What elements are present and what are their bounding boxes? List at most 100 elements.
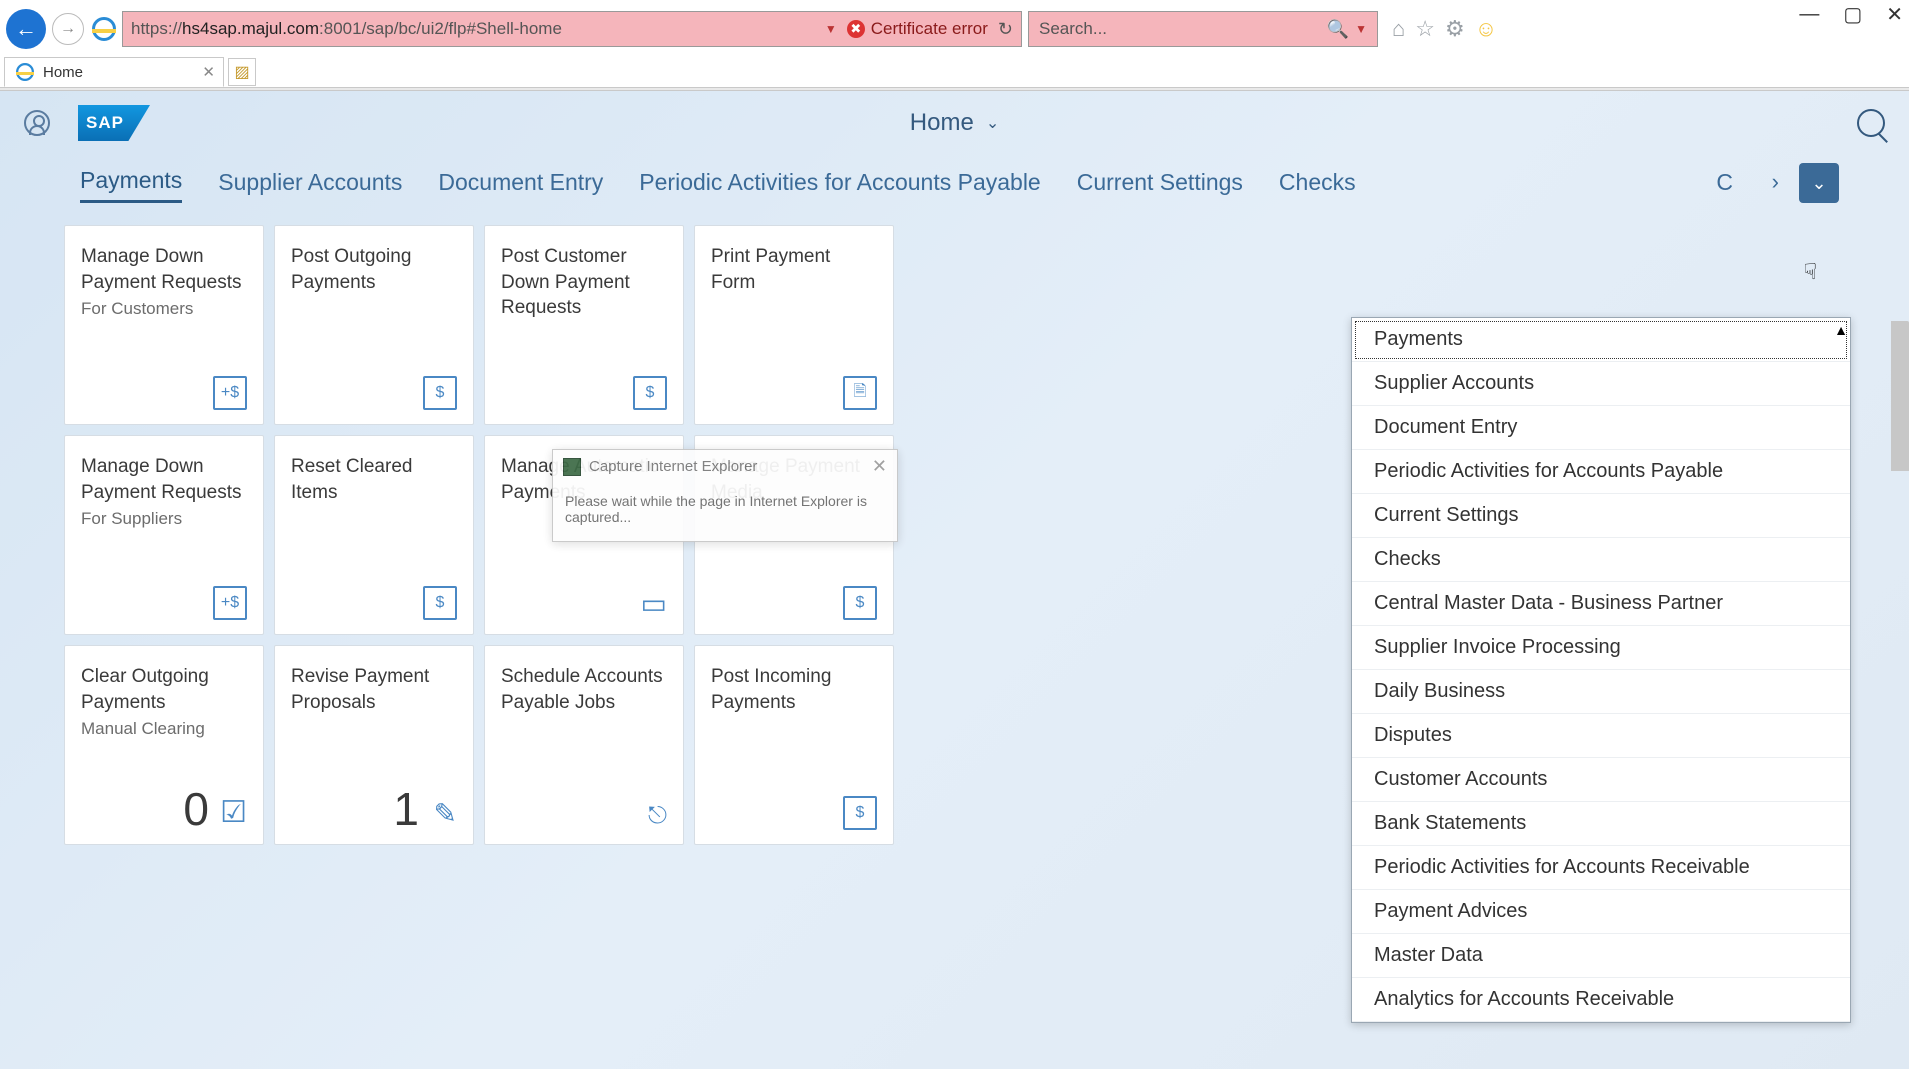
tile-title: Print Payment Form [711,244,877,295]
address-row: ← → https:// hs4sap.majul.com :8001/sap/… [0,0,1909,54]
new-tab-button[interactable]: ▨ [228,58,256,86]
tile-clear-outgoing-payments[interactable]: Clear Outgoing Payments Manual Clearing … [64,645,264,845]
cert-error-label: Certificate error [871,19,988,39]
menu-item-master-data[interactable]: Master Data [1352,934,1850,978]
menu-item-supplier-invoice[interactable]: Supplier Invoice Processing [1352,626,1850,670]
fiori-launchpad: SAP Home ⌄ Payments Supplier Accounts Do… [0,91,1909,1069]
tile-title: Revise Payment Proposals [291,664,457,715]
menu-item-payment-advices[interactable]: Payment Advices [1352,890,1850,934]
money-add-icon: +$ [213,376,247,410]
browser-chrome: — ▢ ✕ ← → https:// hs4sap.majul.com :800… [0,0,1909,91]
tile-schedule-ap-jobs[interactable]: Schedule Accounts Payable Jobs ⎋ [484,645,684,845]
tab-close-icon[interactable]: ✕ [202,63,215,81]
sap-logo[interactable]: SAP [78,105,150,141]
address-bar[interactable]: https:// hs4sap.majul.com :8001/sap/bc/u… [122,11,1022,47]
anchor-overflow-menu[interactable]: ▲ Payments Supplier Accounts Document En… [1351,317,1851,1023]
tile-title: Manage Down Payment Requests [81,454,247,505]
money-icon: $ [843,586,877,620]
chevron-down-icon: ⌄ [986,113,999,133]
anchor-supplier-accounts[interactable]: Supplier Accounts [218,169,402,202]
menu-item-central-master-data[interactable]: Central Master Data - Business Partner [1352,582,1850,626]
page-scrollbar-thumb[interactable] [1891,321,1909,471]
anchor-navigation: Payments Supplier Accounts Document Entr… [0,155,1909,215]
menu-item-periodic-ap[interactable]: Periodic Activities for Accounts Payable [1352,450,1850,494]
menu-item-bank-statements[interactable]: Bank Statements [1352,802,1850,846]
search-engine-dropdown-icon[interactable]: ▼ [1355,22,1367,36]
url-host: hs4sap.majul.com [182,19,319,39]
tile-print-payment-form[interactable]: Print Payment Form 🗎 [694,225,894,425]
menu-item-payments[interactable]: Payments [1352,318,1850,362]
tile-subtitle: Manual Clearing [81,719,247,739]
user-icon[interactable] [24,110,50,136]
capture-app-icon [563,458,581,476]
tab-strip: Home ✕ ▨ [0,54,1909,88]
menu-item-document-entry[interactable]: Document Entry [1352,406,1850,450]
search-icon[interactable]: 🔍 [1327,19,1349,40]
home-icon[interactable]: ⌂ [1392,16,1405,42]
document-money-icon: $ [633,376,667,410]
menu-item-periodic-ar[interactable]: Periodic Activities for Accounts Receiva… [1352,846,1850,890]
certificate-error[interactable]: ✖ Certificate error [847,19,988,39]
anchor-payments[interactable]: Payments [80,167,182,203]
tile-post-incoming-payments[interactable]: Post Incoming Payments $ [694,645,894,845]
anchor-checks[interactable]: Checks [1279,169,1356,202]
shell-title-text: Home [910,109,974,137]
tile-post-outgoing-payments[interactable]: Post Outgoing Payments $ [274,225,474,425]
checklist-icon: ☑ [220,795,247,830]
menu-item-current-settings[interactable]: Current Settings [1352,494,1850,538]
tile-post-customer-down-payment[interactable]: Post Customer Down Payment Requests $ [484,225,684,425]
tile-kpi: 1 [393,782,419,836]
menu-item-checks[interactable]: Checks [1352,538,1850,582]
feedback-smiley-icon[interactable]: ☺ [1475,16,1497,42]
menu-item-daily-business[interactable]: Daily Business [1352,670,1850,714]
window-maximize-icon[interactable]: ▢ [1843,2,1862,27]
tile-kpi: 0 [183,782,209,836]
scroll-up-icon[interactable]: ▲ [1834,322,1848,338]
reload-icon[interactable]: ↻ [998,19,1013,40]
card-icon: ▭ [641,587,667,620]
tab-title: Home [43,64,83,81]
nav-forward-button: → [52,13,84,45]
chevron-down-icon: ⌄ [1811,173,1826,194]
tile-title: Post Outgoing Payments [291,244,457,295]
window-minimize-icon[interactable]: — [1799,3,1819,26]
edit-doc-icon: ✎ [434,797,457,830]
settings-gear-icon[interactable]: ⚙ [1445,16,1465,42]
tile-title: Schedule Accounts Payable Jobs [501,664,667,715]
anchor-scroll-right-icon[interactable]: › [1772,169,1779,195]
sap-logo-text: SAP [86,113,124,133]
menu-item-customer-accounts[interactable]: Customer Accounts [1352,758,1850,802]
schedule-icon: ⎋ [648,802,667,830]
tab-favicon-icon [16,63,34,81]
favorites-icon[interactable]: ☆ [1415,16,1435,42]
tile-manage-down-payment-customers[interactable]: Manage Down Payment Requests For Custome… [64,225,264,425]
url-scheme: https:// [131,19,182,39]
anchor-periodic-ap[interactable]: Periodic Activities for Accounts Payable [639,169,1040,202]
tile-reset-cleared-items[interactable]: Reset Cleared Items $ [274,435,474,635]
shell-title[interactable]: Home ⌄ [910,109,999,137]
browser-search-bar[interactable]: Search... 🔍 ▼ [1028,11,1378,47]
nav-back-button[interactable]: ← [6,9,46,49]
tile-title: Post Incoming Payments [711,664,877,715]
menu-item-analytics-ar[interactable]: Analytics for Accounts Receivable [1352,978,1850,1022]
tile-title: Manage Down Payment Requests [81,244,247,295]
window-controls: — ▢ ✕ [1799,2,1903,27]
capture-close-icon[interactable]: ✕ [872,456,887,477]
tile-revise-payment-proposals[interactable]: Revise Payment Proposals 1 ✎ [274,645,474,845]
window-close-icon[interactable]: ✕ [1886,2,1903,27]
address-bar-right: ▼ ✖ Certificate error ↻ [825,19,1013,40]
shell-search-icon[interactable] [1857,109,1885,137]
tile-title: Clear Outgoing Payments [81,664,247,715]
anchor-overflow-button[interactable]: ⌄ [1799,163,1839,203]
capture-dialog-header: Capture Internet Explorer ✕ [553,450,897,483]
tile-manage-down-payment-suppliers[interactable]: Manage Down Payment Requests For Supplie… [64,435,264,635]
anchor-clipped[interactable]: C [1716,169,1733,196]
money-icon: $ [423,376,457,410]
address-dropdown-icon[interactable]: ▼ [825,22,837,36]
browser-tab-home[interactable]: Home ✕ [4,57,224,87]
menu-item-disputes[interactable]: Disputes [1352,714,1850,758]
anchor-current-settings[interactable]: Current Settings [1077,169,1243,202]
cert-error-icon: ✖ [847,20,865,38]
anchor-document-entry[interactable]: Document Entry [438,169,603,202]
menu-item-supplier-accounts[interactable]: Supplier Accounts [1352,362,1850,406]
